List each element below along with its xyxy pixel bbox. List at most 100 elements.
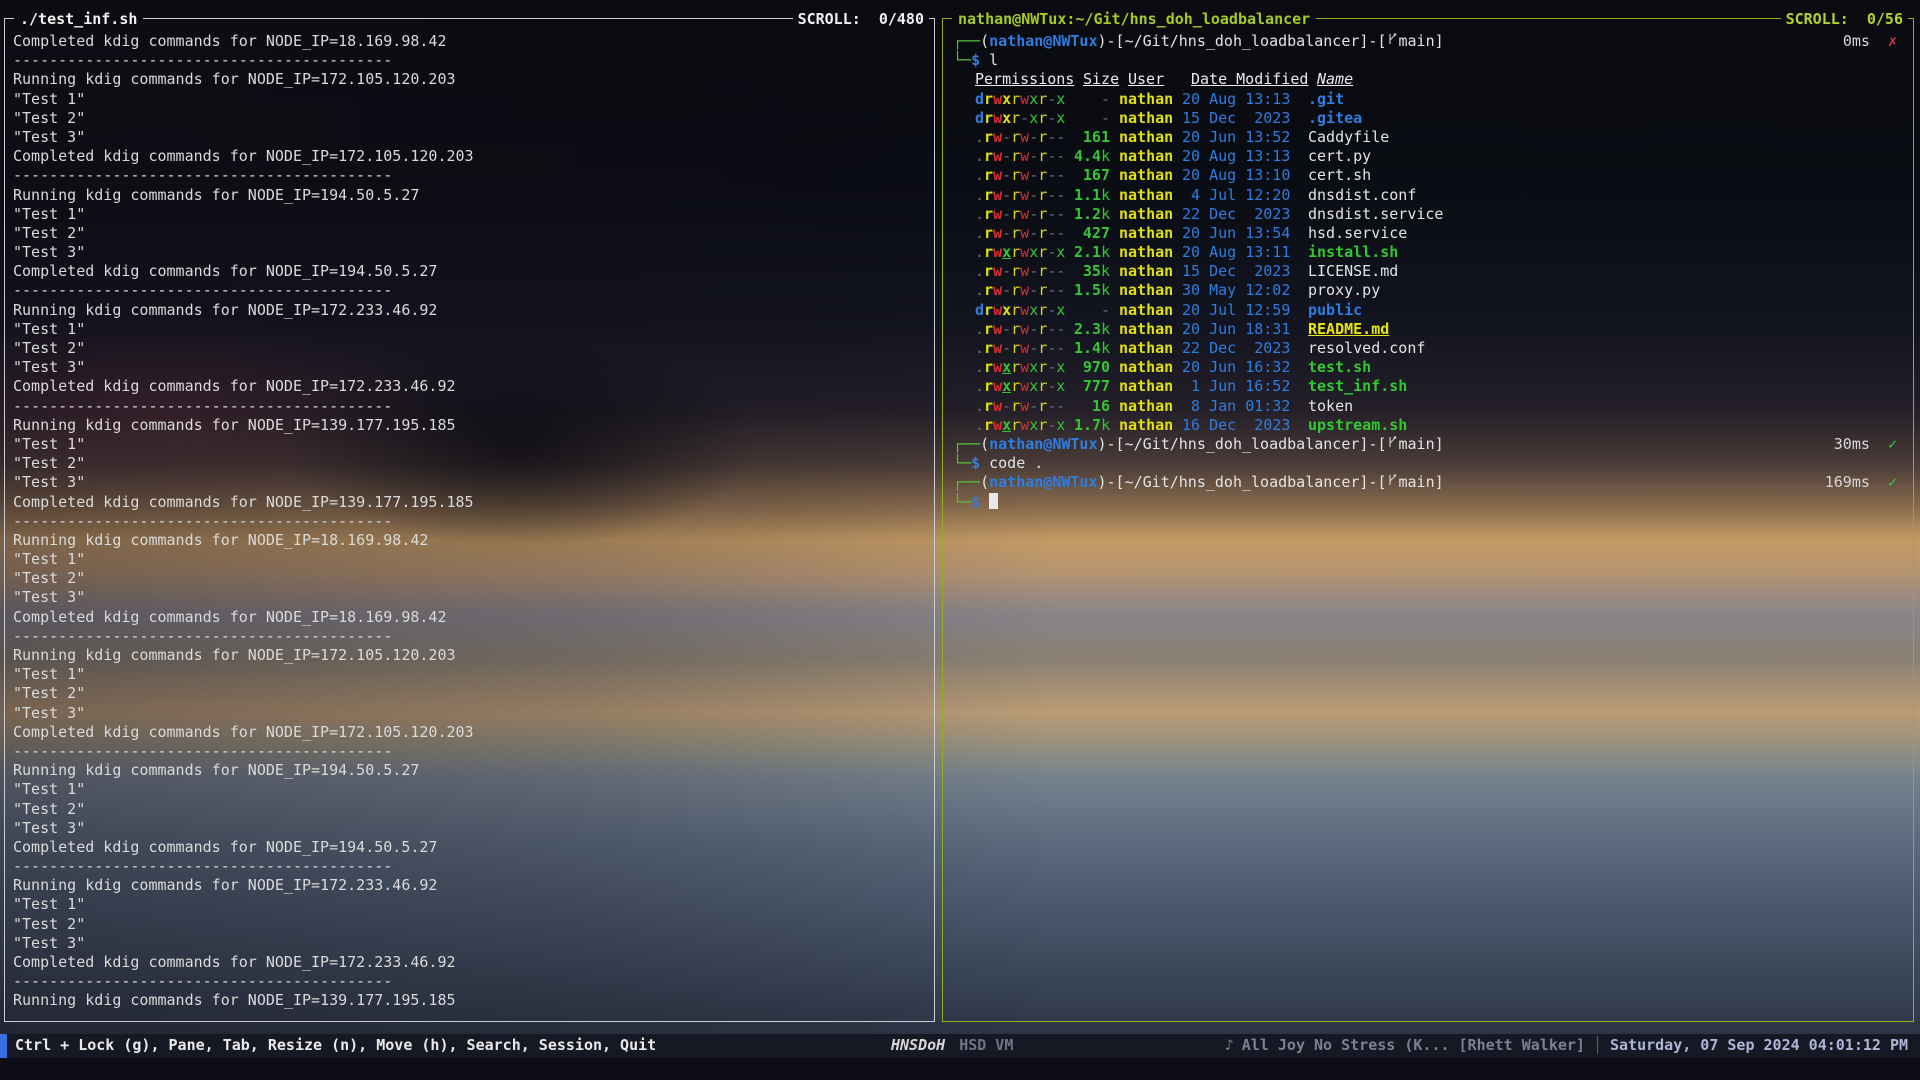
terminal-line: "Test 3"	[13, 588, 934, 607]
terminal-line: "Test 2"	[13, 109, 934, 128]
terminal-line: Running kdig commands for NODE_IP=172.10…	[13, 70, 934, 89]
file-row: .rw-rw-r--35knathan15 Dec 2023LICENSE.md	[975, 262, 1913, 281]
cross-icon: ✗	[1888, 32, 1897, 50]
keybind-hints: Ctrl + Lock (g), Pane, Tab, Resize (n), …	[15, 1036, 656, 1055]
listing-header: PermissionsSizeUserDate ModifiedName	[975, 70, 1913, 89]
file-row: .rw-rw-r--4.4knathan20 Aug 13:13cert.py	[975, 147, 1913, 166]
terminal-line: ----------------------------------------…	[13, 397, 934, 416]
terminal-line: ----------------------------------------…	[13, 281, 934, 300]
file-row: .rw-rw-r--2.3knathan20 Jun 18:31README.m…	[975, 320, 1913, 339]
terminal-line: Running kdig commands for NODE_IP=194.50…	[13, 761, 934, 780]
terminal-line: "Test 1"	[13, 435, 934, 454]
file-name: public	[1308, 301, 1362, 319]
file-name: .git	[1308, 90, 1344, 108]
terminal-line: "Test 2"	[13, 224, 934, 243]
bottom-margin	[0, 1058, 1920, 1080]
file-name: install.sh	[1308, 243, 1398, 261]
file-name: dnsdist.conf	[1308, 186, 1416, 204]
terminal-line: "Test 3"	[13, 934, 934, 953]
terminal-line: "Test 1"	[13, 895, 934, 914]
file-row: .rwxrwxr-x2.1knathan20 Aug 13:11install.…	[975, 243, 1913, 262]
command-duration: 0ms ✗	[1843, 32, 1913, 51]
session-tabs: HNSDoH HSD VM	[891, 1034, 1013, 1058]
file-name: LICENSE.md	[1308, 262, 1398, 280]
git-branch-icon	[1387, 32, 1398, 46]
command-line: └─$ l	[953, 51, 1913, 70]
command-duration: 169ms ✓	[1825, 473, 1913, 492]
terminal-line: Completed kdig commands for NODE_IP=172.…	[13, 723, 934, 742]
file-name: resolved.conf	[1308, 339, 1425, 357]
file-row: .rw-rw-r--161nathan20 Jun 13:52Caddyfile	[975, 128, 1913, 147]
prompt-line: ┌──(nathan@NWTux)-[~/Git/hns_doh_loadbal…	[953, 32, 1913, 51]
file-row: .rw-rw-r--167nathan20 Aug 13:10cert.sh	[975, 166, 1913, 185]
file-row: drwxrwxr-x-nathan20 Aug 13:13.git	[975, 90, 1913, 109]
pane-test-inf-title: ./test_inf.sh	[14, 10, 143, 29]
terminal-line: Running kdig commands for NODE_IP=172.23…	[13, 301, 934, 320]
terminal-line: Completed kdig commands for NODE_IP=18.1…	[13, 608, 934, 627]
terminal-line: "Test 3"	[13, 819, 934, 838]
prompt-block-2: ┌──(nathan@NWTux)-[~/Git/hns_doh_loadbal…	[953, 435, 1913, 473]
file-row: .rwxrwxr-x1.7knathan16 Dec 2023upstream.…	[975, 416, 1913, 435]
file-name: token	[1308, 397, 1353, 415]
file-row: .rw-rw-r--427nathan20 Jun 13:54hsd.servi…	[975, 224, 1913, 243]
terminal-line: Completed kdig commands for NODE_IP=172.…	[13, 377, 934, 396]
pane-test-inf[interactable]: ./test_inf.sh SCROLL: 0/480 Completed kd…	[4, 10, 935, 1022]
terminal-line: Running kdig commands for NODE_IP=194.50…	[13, 186, 934, 205]
music-note-icon: ♪	[1225, 1036, 1234, 1055]
terminal-line: "Test 3"	[13, 243, 934, 262]
file-row: .rw-rw-r--1.5knathan30 May 12:02proxy.py	[975, 281, 1913, 300]
file-name: cert.sh	[1308, 166, 1371, 184]
tab-hnsdoh[interactable]: HNSDoH	[891, 1036, 945, 1055]
file-name: upstream.sh	[1308, 416, 1407, 434]
file-row: drwxrwxr-x-nathan20 Jul 12:59public	[975, 301, 1913, 320]
command-line: └─$ code .	[953, 454, 1913, 473]
file-row: .rwxrwxr-x777nathan 1 Jun 16:52test_inf.…	[975, 377, 1913, 396]
prompt-line: ┌──(nathan@NWTux)-[~/Git/hns_doh_loadbal…	[953, 435, 1913, 454]
pane-test-inf-output: Completed kdig commands for NODE_IP=18.1…	[5, 19, 934, 1021]
status-bar: Ctrl + Lock (g), Pane, Tab, Resize (n), …	[0, 1034, 1920, 1058]
terminal-line: "Test 3"	[13, 358, 934, 377]
zellij-screen: ./test_inf.sh SCROLL: 0/480 Completed kd…	[0, 0, 1920, 1080]
terminal-line: "Test 1"	[13, 90, 934, 109]
pane-shell-terminal: ┌──(nathan@NWTux)-[~/Git/hns_doh_loadbal…	[943, 19, 1913, 1021]
terminal-line: "Test 3"	[13, 128, 934, 147]
top-margin	[0, 0, 1920, 10]
tab-hsd-vm[interactable]: HSD VM	[959, 1036, 1013, 1055]
command-line: └─$	[953, 493, 1913, 512]
file-name: test.sh	[1308, 358, 1371, 376]
prompt-line: ┌──(nathan@NWTux)-[~/Git/hns_doh_loadbal…	[953, 473, 1913, 492]
terminal-line: Running kdig commands for NODE_IP=172.10…	[13, 646, 934, 665]
file-name: cert.py	[1308, 147, 1371, 165]
pane-shell-scroll-indicator: SCROLL: 0/56	[1781, 10, 1908, 29]
pane-shell-title: nathan@NWTux:~/Git/hns_doh_loadbalancer	[952, 10, 1316, 29]
terminal-line: "Test 2"	[13, 915, 934, 934]
terminal-line: "Test 3"	[13, 704, 934, 723]
terminal-line: ----------------------------------------…	[13, 972, 934, 991]
file-name: README.md	[1308, 320, 1389, 338]
file-name: proxy.py	[1308, 281, 1380, 299]
terminal-cursor	[989, 493, 998, 509]
terminal-line: "Test 1"	[13, 550, 934, 569]
file-name: Caddyfile	[1308, 128, 1389, 146]
terminal-line: Completed kdig commands for NODE_IP=172.…	[13, 953, 934, 972]
terminal-line: Completed kdig commands for NODE_IP=139.…	[13, 493, 934, 512]
file-name: test_inf.sh	[1308, 377, 1407, 395]
terminal-line: Completed kdig commands for NODE_IP=18.1…	[13, 32, 934, 51]
terminal-line: "Test 2"	[13, 800, 934, 819]
file-name: .gitea	[1308, 109, 1362, 127]
terminal-line: Completed kdig commands for NODE_IP=194.…	[13, 838, 934, 857]
file-row: .rw-rw-r--16nathan 8 Jan 01:32token	[975, 397, 1913, 416]
terminal-line: ----------------------------------------…	[13, 742, 934, 761]
terminal-line: "Test 2"	[13, 569, 934, 588]
check-icon: ✓	[1888, 473, 1897, 491]
terminal-line: Completed kdig commands for NODE_IP=194.…	[13, 262, 934, 281]
prompt-block-1: ┌──(nathan@NWTux)-[~/Git/hns_doh_loadbal…	[953, 32, 1913, 70]
terminal-line: "Test 2"	[13, 454, 934, 473]
terminal-line: "Test 2"	[13, 339, 934, 358]
status-right: ♪ All Joy No Stress (K... [Rhett Walker]…	[1225, 1034, 1908, 1058]
terminal-line: "Test 1"	[13, 665, 934, 684]
pane-shell[interactable]: nathan@NWTux:~/Git/hns_doh_loadbalancer …	[942, 10, 1914, 1022]
file-row: .rw-rw-r--1.1knathan 4 Jul 12:20dnsdist.…	[975, 186, 1913, 205]
clock-datetime: Saturday, 07 Sep 2024 04:01:12 PM	[1610, 1036, 1908, 1055]
terminal-line: ----------------------------------------…	[13, 166, 934, 185]
